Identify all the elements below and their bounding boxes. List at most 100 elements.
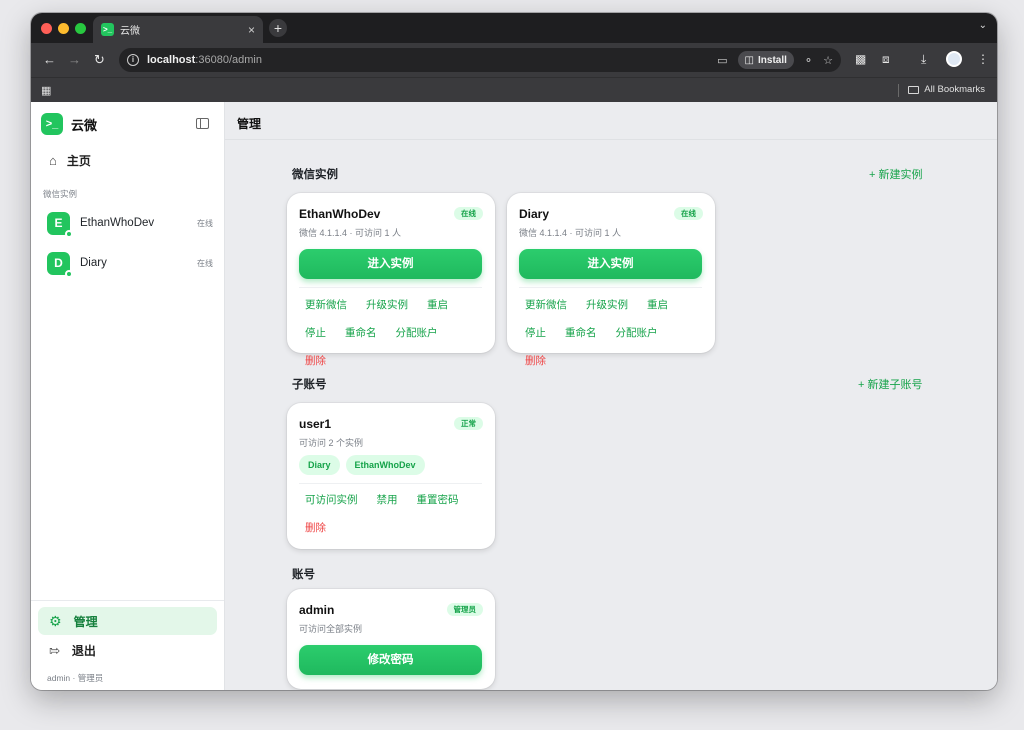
instance-chips: Diary EthanWhoDev (299, 455, 425, 475)
sidebar-item-instance[interactable]: D Diary 在线 (47, 250, 213, 278)
status-badge: 在线 (674, 207, 703, 220)
url-text[interactable]: localhost:36080/admin (147, 54, 707, 66)
install-icon: ◫ (744, 54, 754, 66)
status-badge: 正常 (454, 417, 483, 430)
divider (519, 287, 702, 288)
card-subtitle: 可访问 2 个实例 (299, 438, 364, 448)
main-content: 管理 微信实例 + 新建实例 EthanWhoDev 在线 微信 4.1.1.4… (225, 102, 997, 690)
card-subtitle: 微信 4.1.1.4 · 可访问 1 人 (299, 228, 402, 238)
restart-link[interactable]: 重启 (421, 296, 448, 313)
address-bar[interactable]: i localhost:36080/admin ▭ ◫ Install ⚬ ☆ (119, 48, 841, 72)
accessible-instances-link[interactable]: 可访问实例 (299, 491, 358, 508)
home-icon: ⌂ (49, 153, 57, 168)
page-header: 管理 (225, 102, 997, 140)
section-title: 微信实例 (292, 169, 338, 181)
rename-link[interactable]: 重命名 (559, 324, 597, 341)
minimize-window-button[interactable] (58, 23, 69, 34)
reload-icon[interactable]: ↻ (94, 52, 105, 68)
role-badge: 管理员 (446, 603, 483, 616)
sidebar-item-instance[interactable]: E EthanWhoDev 在线 (47, 210, 213, 238)
delete-link[interactable]: 删除 (299, 519, 326, 536)
delete-link[interactable]: 删除 (519, 352, 546, 369)
gear-icon: ⚙ (49, 612, 62, 629)
forward-icon[interactable]: → (68, 52, 81, 68)
section-title: 子账号 (292, 379, 327, 391)
apps-grid-icon[interactable]: ▦ (41, 84, 51, 97)
instance-name: EthanWhoDev (80, 217, 155, 229)
section-title: 账号 (292, 569, 315, 581)
brand-name: 云微 (71, 117, 98, 133)
new-subaccount-button[interactable]: + 新建子账号 (858, 376, 922, 392)
logout-icon: ⇰ (49, 642, 60, 658)
card-title: admin (299, 603, 335, 617)
download-icon[interactable]: ⤓ (921, 52, 926, 67)
terminal-icon: >_ (101, 23, 114, 36)
update-wechat-link[interactable]: 更新微信 (519, 296, 567, 313)
update-wechat-link[interactable]: 更新微信 (299, 296, 347, 313)
reset-password-link[interactable]: 重置密码 (411, 491, 459, 508)
upgrade-instance-link[interactable]: 升级实例 (360, 296, 408, 313)
chevron-down-icon[interactable]: ⌄ (979, 20, 987, 31)
password-key-icon[interactable]: ⚬ (804, 54, 813, 67)
card-subtitle: 可访问全部实例 (299, 624, 363, 634)
instance-card: EthanWhoDev 在线 微信 4.1.1.4 · 可访问 1 人 进入实例… (287, 193, 495, 367)
stop-link[interactable]: 停止 (299, 324, 326, 341)
extension-puzzle-icon[interactable]: ▩ (855, 52, 866, 66)
folder-icon (908, 85, 920, 94)
enter-instance-button[interactable]: 进入实例 (299, 249, 482, 279)
restart-link[interactable]: 重启 (641, 296, 668, 313)
back-icon[interactable]: ← (43, 52, 56, 68)
user-caption: admin · 管理员 (47, 673, 104, 683)
upgrade-instance-link[interactable]: 升级实例 (580, 296, 628, 313)
extensions-icon[interactable]: ⧈ (882, 52, 890, 67)
browser-tab[interactable]: >_ 云微 × (93, 16, 263, 43)
sidebar-item-home[interactable]: ⌂ 主页 (49, 152, 91, 169)
rename-link[interactable]: 重命名 (339, 324, 377, 341)
new-tab-button[interactable]: + (269, 19, 287, 37)
avatar: E (47, 211, 73, 238)
divider (299, 483, 482, 484)
close-window-button[interactable] (41, 23, 52, 34)
site-info-icon[interactable]: i (127, 54, 139, 66)
card-actions: 更新微信 升级实例 重启 停止 重命名 分配账户 删除 (299, 296, 489, 369)
online-dot (65, 229, 73, 238)
new-instance-button[interactable]: + 新建实例 (869, 166, 922, 182)
sidebar: >_ 云微 ⌂ 主页 微信实例 E EthanWhoDev 在线 D Diary… (31, 102, 225, 690)
divider (299, 287, 482, 288)
maximize-window-button[interactable] (75, 23, 86, 34)
menu-kebab-icon[interactable]: ⋮ (977, 52, 989, 66)
divider (31, 600, 224, 601)
sidebar-item-label: 管理 (73, 614, 98, 629)
clipboard-icon[interactable]: ▭ (717, 54, 727, 67)
card-actions: 更新微信 升级实例 重启 停止 重命名 分配账户 删除 (519, 296, 709, 369)
card-title: EthanWhoDev (299, 207, 381, 221)
avatar: D (47, 251, 73, 278)
bookmarks-bar: ▦ All Bookmarks (31, 77, 997, 102)
instance-chip: EthanWhoDev (345, 455, 425, 475)
sidebar-item-admin[interactable]: ⚙ 管理 (38, 607, 217, 635)
sidebar-toggle-icon[interactable] (196, 118, 209, 129)
install-button[interactable]: ◫ Install (737, 51, 794, 69)
enter-instance-button[interactable]: 进入实例 (519, 249, 702, 279)
terminal-logo-icon: >_ (41, 113, 63, 135)
account-card: admin 管理员 可访问全部实例 修改密码 (287, 589, 495, 689)
star-icon[interactable]: ☆ (823, 54, 833, 67)
online-dot (65, 269, 73, 278)
assign-account-link[interactable]: 分配账户 (610, 324, 658, 341)
card-actions: 可访问实例 禁用 重置密码 删除 (299, 491, 489, 536)
section-label: 微信实例 (43, 189, 78, 199)
disable-link[interactable]: 禁用 (371, 491, 398, 508)
status-badge: 在线 (454, 207, 483, 220)
sidebar-item-logout[interactable]: ⇰ 退出 (49, 642, 96, 659)
assign-account-link[interactable]: 分配账户 (390, 324, 438, 341)
browser-window: >_ 云微 × + ⌄ ← → ↻ i localhost:36080/admi… (31, 13, 997, 690)
change-password-button[interactable]: 修改密码 (299, 645, 482, 675)
all-bookmarks-button[interactable]: All Bookmarks (908, 84, 985, 95)
close-icon[interactable]: × (248, 23, 255, 37)
delete-link[interactable]: 删除 (299, 352, 326, 369)
status-text: 在线 (197, 258, 213, 268)
instance-name: Diary (80, 257, 107, 269)
profile-avatar[interactable] (946, 51, 962, 67)
stop-link[interactable]: 停止 (519, 324, 546, 341)
card-title: Diary (519, 207, 550, 221)
